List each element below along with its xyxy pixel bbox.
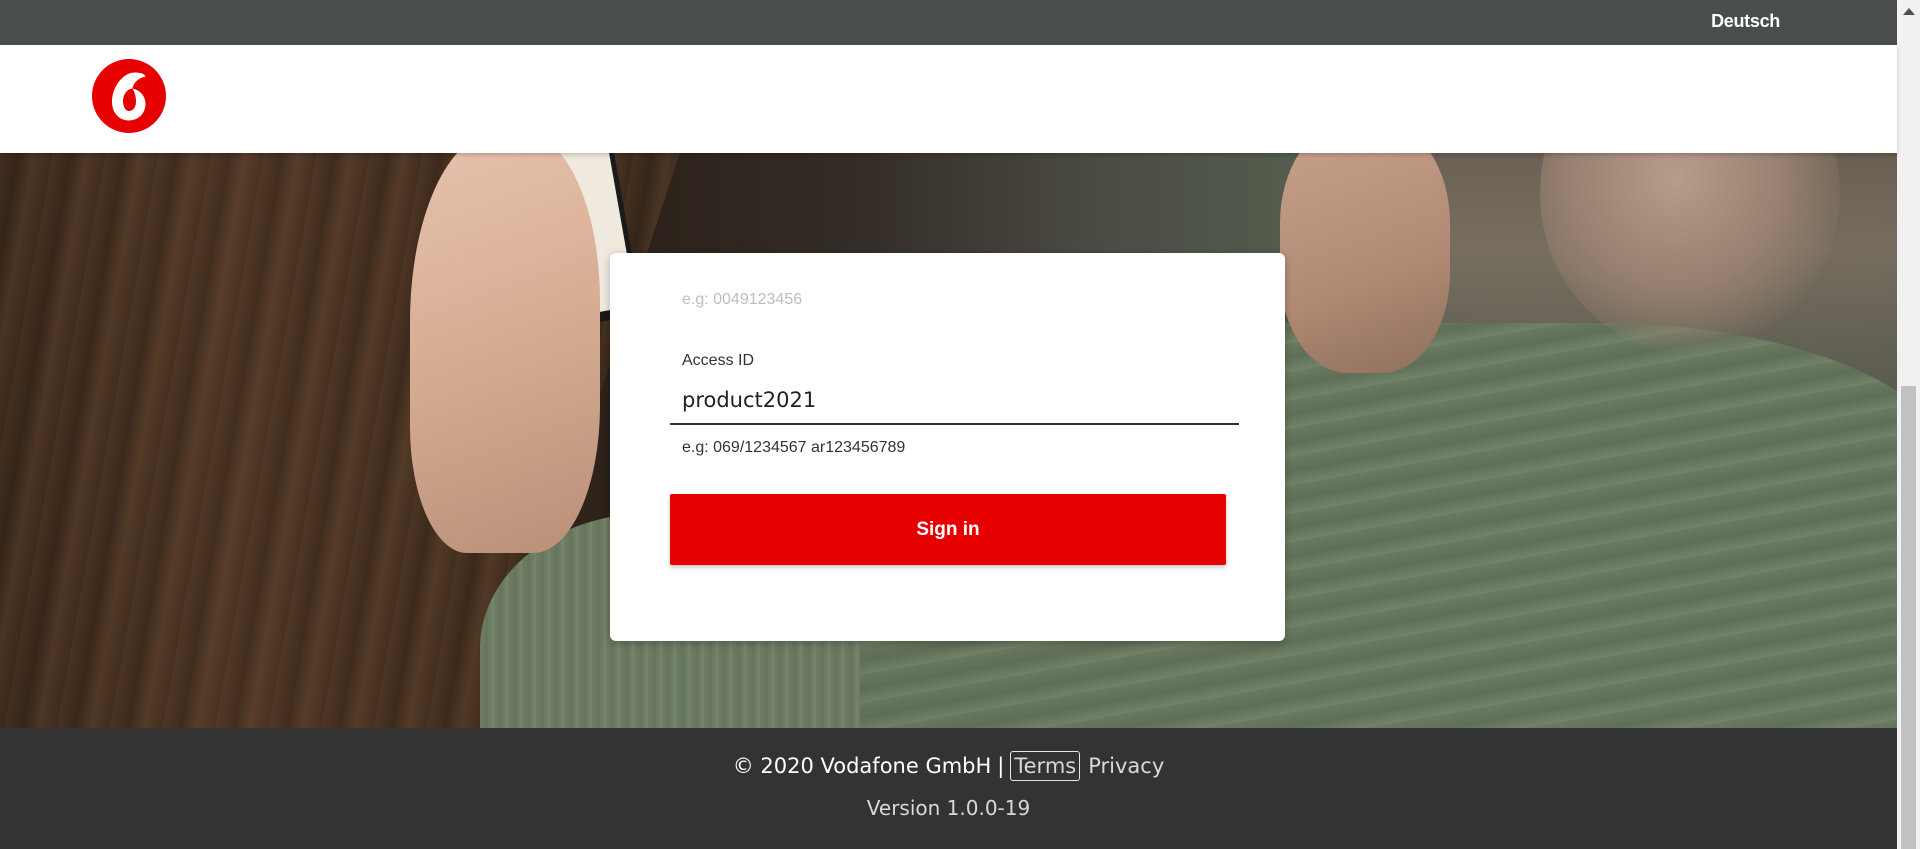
sign-in-button[interactable]: Sign in xyxy=(670,494,1226,565)
login-card: e.g: 0049123456 Access ID e.g: 069/12345… xyxy=(610,253,1285,641)
vertical-scrollbar[interactable] xyxy=(1897,0,1920,849)
person-right-hand-image xyxy=(1280,153,1450,373)
vodafone-logo-icon[interactable] xyxy=(92,59,166,133)
access-id-input[interactable] xyxy=(670,377,1239,425)
access-id-label: Access ID xyxy=(682,352,755,369)
language-switch-link[interactable]: Deutsch xyxy=(1711,11,1780,32)
site-header xyxy=(0,45,1897,153)
page: Deutsch e.g: 0049123456 Access ID e.g: 0… xyxy=(0,0,1920,849)
access-id-help-text: e.g: 069/1234567 ar123456789 xyxy=(682,439,906,456)
copyright-text: © 2020 Vodafone GmbH xyxy=(732,754,992,778)
person-left-hand-image xyxy=(410,153,600,553)
version-text: Version 1.0.0-19 xyxy=(866,796,1031,820)
footer-separator: | xyxy=(997,754,1005,778)
terms-link[interactable]: Terms xyxy=(1010,751,1081,781)
hero-background: e.g: 0049123456 Access ID e.g: 069/12345… xyxy=(0,153,1897,728)
site-footer: © 2020 Vodafone GmbH | Terms Privacy Ver… xyxy=(0,728,1897,849)
faded-field-hint: e.g: 0049123456 xyxy=(682,291,803,308)
footer-links-row: © 2020 Vodafone GmbH | Terms Privacy xyxy=(0,751,1897,781)
top-utility-bar: Deutsch xyxy=(0,0,1897,45)
scroll-up-arrow-icon[interactable] xyxy=(1897,0,1920,22)
privacy-link[interactable]: Privacy xyxy=(1088,754,1164,778)
scrollbar-thumb[interactable] xyxy=(1901,386,1916,849)
